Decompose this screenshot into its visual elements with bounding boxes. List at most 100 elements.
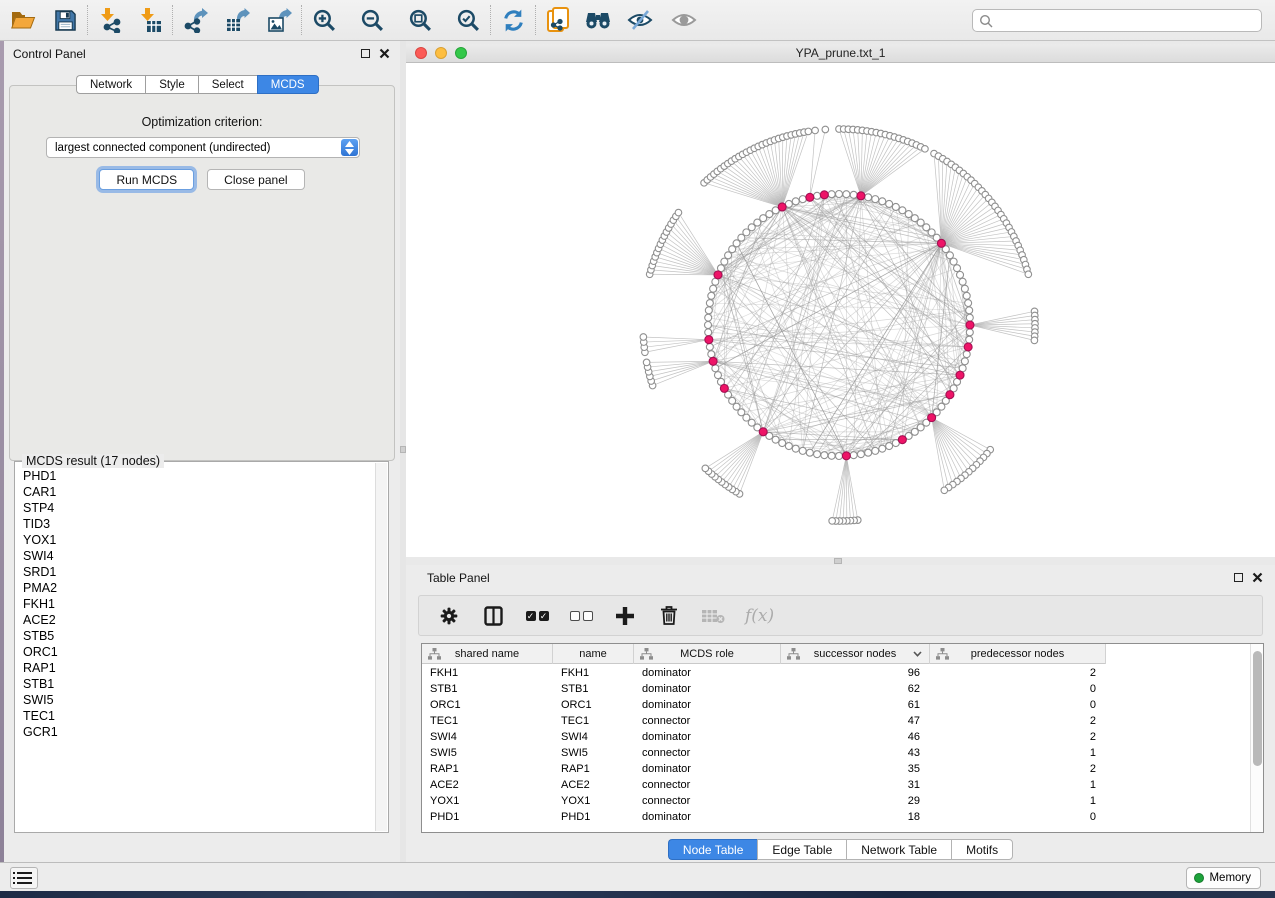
search-input[interactable] bbox=[993, 11, 1261, 30]
column-header-predecessor-nodes[interactable]: predecessor nodes bbox=[930, 644, 1106, 664]
mcds-result-item[interactable]: SRD1 bbox=[23, 564, 374, 580]
mcds-hub-node[interactable] bbox=[820, 191, 828, 199]
ring-node[interactable] bbox=[779, 440, 786, 447]
close-panel-icon[interactable] bbox=[379, 48, 390, 59]
mcds-result-item[interactable]: TID3 bbox=[23, 516, 374, 532]
mcds-hub-node[interactable] bbox=[705, 336, 713, 344]
column-header-name[interactable]: name bbox=[553, 644, 634, 664]
ring-node[interactable] bbox=[963, 351, 970, 358]
ring-node[interactable] bbox=[705, 322, 712, 329]
search-network-icon[interactable] bbox=[583, 5, 613, 35]
ring-node[interactable] bbox=[966, 336, 973, 343]
ring-node[interactable] bbox=[865, 194, 872, 201]
ring-node[interactable] bbox=[886, 443, 893, 450]
mcds-hub-node[interactable] bbox=[898, 436, 906, 444]
ring-node[interactable] bbox=[865, 449, 872, 456]
ring-node[interactable] bbox=[710, 285, 717, 292]
ring-node[interactable] bbox=[892, 203, 899, 210]
ring-node[interactable] bbox=[850, 191, 857, 198]
ring-node[interactable] bbox=[961, 285, 968, 292]
ring-node[interactable] bbox=[963, 292, 970, 299]
export-table-icon[interactable] bbox=[222, 5, 252, 35]
ring-node[interactable] bbox=[792, 445, 799, 452]
table-scrollbar-thumb[interactable] bbox=[1253, 651, 1262, 766]
leaf-node[interactable] bbox=[640, 334, 647, 341]
ring-node[interactable] bbox=[766, 211, 773, 218]
delete-column-icon[interactable] bbox=[657, 603, 681, 629]
float-table-panel-icon[interactable] bbox=[1234, 573, 1243, 582]
tab-style[interactable]: Style bbox=[145, 75, 198, 94]
ring-node[interactable] bbox=[705, 329, 712, 336]
run-mcds-button[interactable]: Run MCDS bbox=[99, 169, 194, 190]
save-icon[interactable] bbox=[50, 5, 80, 35]
mcds-hub-node[interactable] bbox=[966, 321, 974, 329]
ring-node[interactable] bbox=[954, 265, 961, 272]
panel-selector-button[interactable] bbox=[10, 867, 38, 889]
clone-network-icon[interactable] bbox=[543, 5, 573, 35]
mcds-result-item[interactable]: ACE2 bbox=[23, 612, 374, 628]
float-panel-icon[interactable] bbox=[361, 49, 370, 58]
table-row[interactable]: SWI5SWI5connector431 bbox=[422, 745, 1106, 761]
ring-node[interactable] bbox=[961, 358, 968, 365]
mcds-result-item[interactable]: FKH1 bbox=[23, 596, 374, 612]
ring-node[interactable] bbox=[946, 252, 953, 259]
ring-node[interactable] bbox=[857, 451, 864, 458]
ring-node[interactable] bbox=[879, 198, 886, 205]
ring-node[interactable] bbox=[708, 292, 715, 299]
memory-button[interactable]: Memory bbox=[1186, 867, 1261, 889]
refresh-layout-icon[interactable] bbox=[498, 5, 528, 35]
ring-node[interactable] bbox=[828, 452, 835, 459]
mcds-result-item[interactable]: PMA2 bbox=[23, 580, 374, 596]
mcds-result-item[interactable]: ORC1 bbox=[23, 644, 374, 660]
ring-node[interactable] bbox=[772, 436, 779, 443]
mcds-list-scrollbar[interactable] bbox=[375, 463, 387, 831]
mcds-result-item[interactable]: GCR1 bbox=[23, 724, 374, 740]
tab-node-table[interactable]: Node Table bbox=[668, 839, 758, 860]
ring-node[interactable] bbox=[899, 207, 906, 214]
ring-node[interactable] bbox=[879, 445, 886, 452]
mcds-result-item[interactable]: PHD1 bbox=[23, 468, 374, 484]
zoom-in-icon[interactable] bbox=[309, 5, 339, 35]
leaf-node[interactable] bbox=[829, 518, 836, 525]
ring-node[interactable] bbox=[799, 447, 806, 454]
ring-node[interactable] bbox=[706, 300, 713, 307]
ring-node[interactable] bbox=[785, 443, 792, 450]
mcds-hub-node[interactable] bbox=[720, 384, 728, 392]
mcds-hub-node[interactable] bbox=[714, 271, 722, 279]
optimization-select[interactable]: largest connected component (undirected) bbox=[46, 137, 360, 158]
hide-selected-icon[interactable] bbox=[625, 5, 655, 35]
ring-node[interactable] bbox=[806, 449, 813, 456]
tab-edge-table[interactable]: Edge Table bbox=[757, 839, 846, 860]
ring-node[interactable] bbox=[886, 200, 893, 207]
tab-motifs[interactable]: Motifs bbox=[951, 839, 1013, 860]
table-row[interactable]: PHD1PHD1dominator180 bbox=[422, 809, 1106, 825]
leaf-node[interactable] bbox=[805, 128, 812, 135]
import-table-icon[interactable] bbox=[135, 5, 165, 35]
ring-node[interactable] bbox=[814, 451, 821, 458]
table-row[interactable]: FKH1FKH1dominator962 bbox=[422, 665, 1106, 681]
tab-network[interactable]: Network bbox=[76, 75, 145, 94]
mcds-hub-node[interactable] bbox=[964, 343, 972, 351]
mcds-hub-node[interactable] bbox=[709, 357, 717, 365]
mcds-hub-node[interactable] bbox=[946, 391, 954, 399]
table-splitter-grip[interactable] bbox=[834, 558, 842, 564]
export-image-icon[interactable] bbox=[264, 5, 294, 35]
open-folder-icon[interactable] bbox=[8, 5, 38, 35]
column-header-MCDS-role[interactable]: MCDS role bbox=[634, 644, 781, 664]
ring-node[interactable] bbox=[828, 191, 835, 198]
mcds-hub-node[interactable] bbox=[937, 239, 945, 247]
zoom-selected-icon[interactable] bbox=[453, 5, 483, 35]
mcds-result-item[interactable]: RAP1 bbox=[23, 660, 374, 676]
leaf-node[interactable] bbox=[1025, 271, 1032, 278]
settings-gear-icon[interactable] bbox=[437, 603, 461, 629]
mcds-result-item[interactable]: TEC1 bbox=[23, 708, 374, 724]
ring-node[interactable] bbox=[821, 452, 828, 459]
select-all-icon[interactable]: ✓✓ bbox=[525, 603, 549, 629]
ring-node[interactable] bbox=[792, 198, 799, 205]
close-panel-button[interactable]: Close panel bbox=[207, 169, 304, 190]
ring-node[interactable] bbox=[872, 196, 879, 203]
ring-node[interactable] bbox=[836, 453, 843, 460]
mcds-hub-node[interactable] bbox=[806, 193, 814, 201]
table-row[interactable]: RAP1RAP1dominator352 bbox=[422, 761, 1106, 777]
mcds-hub-node[interactable] bbox=[956, 371, 964, 379]
